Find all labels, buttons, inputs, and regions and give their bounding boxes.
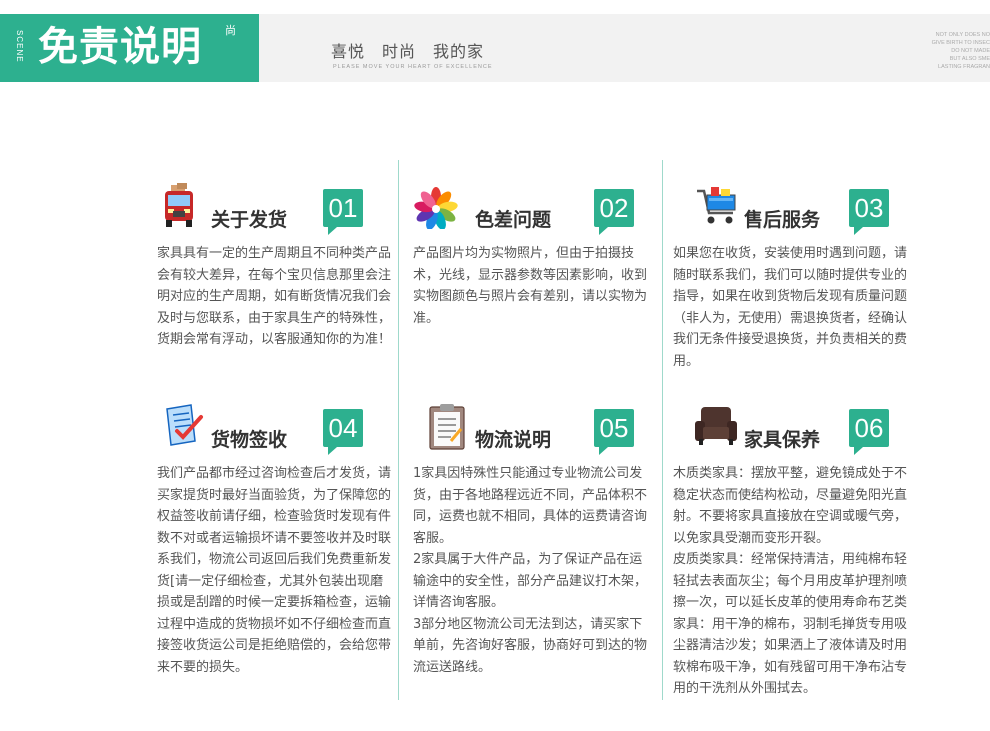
section-paragraph: 我们产品都市经过咨询检查后才发货，请买家提货时最好当面验货，为了保障您的权益签收… <box>157 466 392 675</box>
clipboard-icon <box>427 403 471 450</box>
corner-line: LASTING FRAGRAN <box>938 64 990 70</box>
corner-line: NOT ONLY DOES NO <box>935 32 990 38</box>
scene-label: SCENE <box>15 30 24 63</box>
section-body: 家具具有一定的生产周期且不同种类产品会有较大差异，在每个宝贝信息那里会注明对应的… <box>157 243 393 351</box>
section-body: 木质类家具：摆放平整，避免镜成处于不稳定状态而使结构松动，尽量避免阳光直射。不要… <box>673 463 911 700</box>
title-badge: 尚 <box>225 24 236 37</box>
corner-text: NOT ONLY DOES NO GIVE BIRTH TO INSEC DO … <box>910 31 990 71</box>
section-title: 家具保养 <box>744 429 821 451</box>
section-title: 物流说明 <box>475 429 552 451</box>
section-body: 如果您在收货，安装使用时遇到问题，请随时联系我们，我们可以随时提供专业的指导，如… <box>673 243 911 372</box>
checklist-icon <box>161 403 205 449</box>
truck-icon <box>157 183 201 229</box>
section-title: 色差问题 <box>475 209 552 231</box>
section-number: 03 <box>849 189 889 235</box>
column-divider <box>398 160 399 700</box>
section-body: 我们产品都市经过咨询检查后才发货，请买家提货时最好当面验货，为了保障您的权益签收… <box>157 463 395 678</box>
section-paragraph: 2家具属于大件产品，为了保证产品在运输途中的安全性，部分产品建议打木架，详情咨询… <box>413 552 648 610</box>
section-paragraph: 如果您在收货，安装使用时遇到问题，请随时联系我们，我们可以随时提供专业的指导，如… <box>673 246 908 369</box>
section-body: 产品图片均为实物照片，但由于拍摄技术，光线，显示器参数等因素影响，收到实物图颜色… <box>413 243 651 329</box>
section-paragraph: 3部分地区物流公司无法到达，请买家下单前，先咨询好客服，协商好可到达的物流运送路… <box>413 616 648 675</box>
section-paragraph: 木质类家具：摆放平整，避免镜成处于不稳定状态而使结构松动，尽量避免阳光直射。不要… <box>673 466 908 546</box>
section-title: 货物签收 <box>211 429 288 451</box>
section-number: 01 <box>323 189 363 235</box>
section-title: 关于发货 <box>211 209 288 231</box>
section-number: 02 <box>594 189 634 235</box>
section-body: 1家具因特殊性只能通过专业物流公司发货，由于各地路程远近不同，产品体积不同，运费… <box>413 463 653 678</box>
slogan-subtitle: PLEASE MOVE YOUR HEART OF EXCELLENCE <box>333 64 493 70</box>
section-number: 06 <box>849 409 889 455</box>
section-paragraph: 家具具有一定的生产周期且不同种类产品会有较大差异，在每个宝贝信息那里会注明对应的… <box>157 246 392 347</box>
page-title: 免责说明 <box>38 24 202 70</box>
section-title: 售后服务 <box>744 209 821 231</box>
armchair-icon <box>693 403 737 449</box>
section-paragraph: 1家具因特殊性只能通过专业物流公司发货，由于各地路程远近不同，产品体积不同，运费… <box>413 466 648 546</box>
corner-line: BUT ALSO SME <box>949 56 990 62</box>
color-palette-icon <box>413 183 458 230</box>
section-number: 04 <box>323 409 363 455</box>
corner-line: GIVE BIRTH TO INSEC <box>931 40 990 46</box>
section-number: 05 <box>594 409 634 455</box>
column-divider <box>662 160 663 700</box>
shopping-cart-icon <box>695 183 739 229</box>
slogan: 喜悦 时尚 我的家 <box>331 42 485 61</box>
section-paragraph: 产品图片均为实物照片，但由于拍摄技术，光线，显示器参数等因素影响，收到实物图颜色… <box>413 246 648 326</box>
corner-line: DO NOT MADE <box>951 48 990 54</box>
section-paragraph: 皮质类家具：经常保持清洁，用纯棉布轻轻拭去表面灰尘；每个月用皮革护理剂喷擦一次，… <box>673 552 908 696</box>
